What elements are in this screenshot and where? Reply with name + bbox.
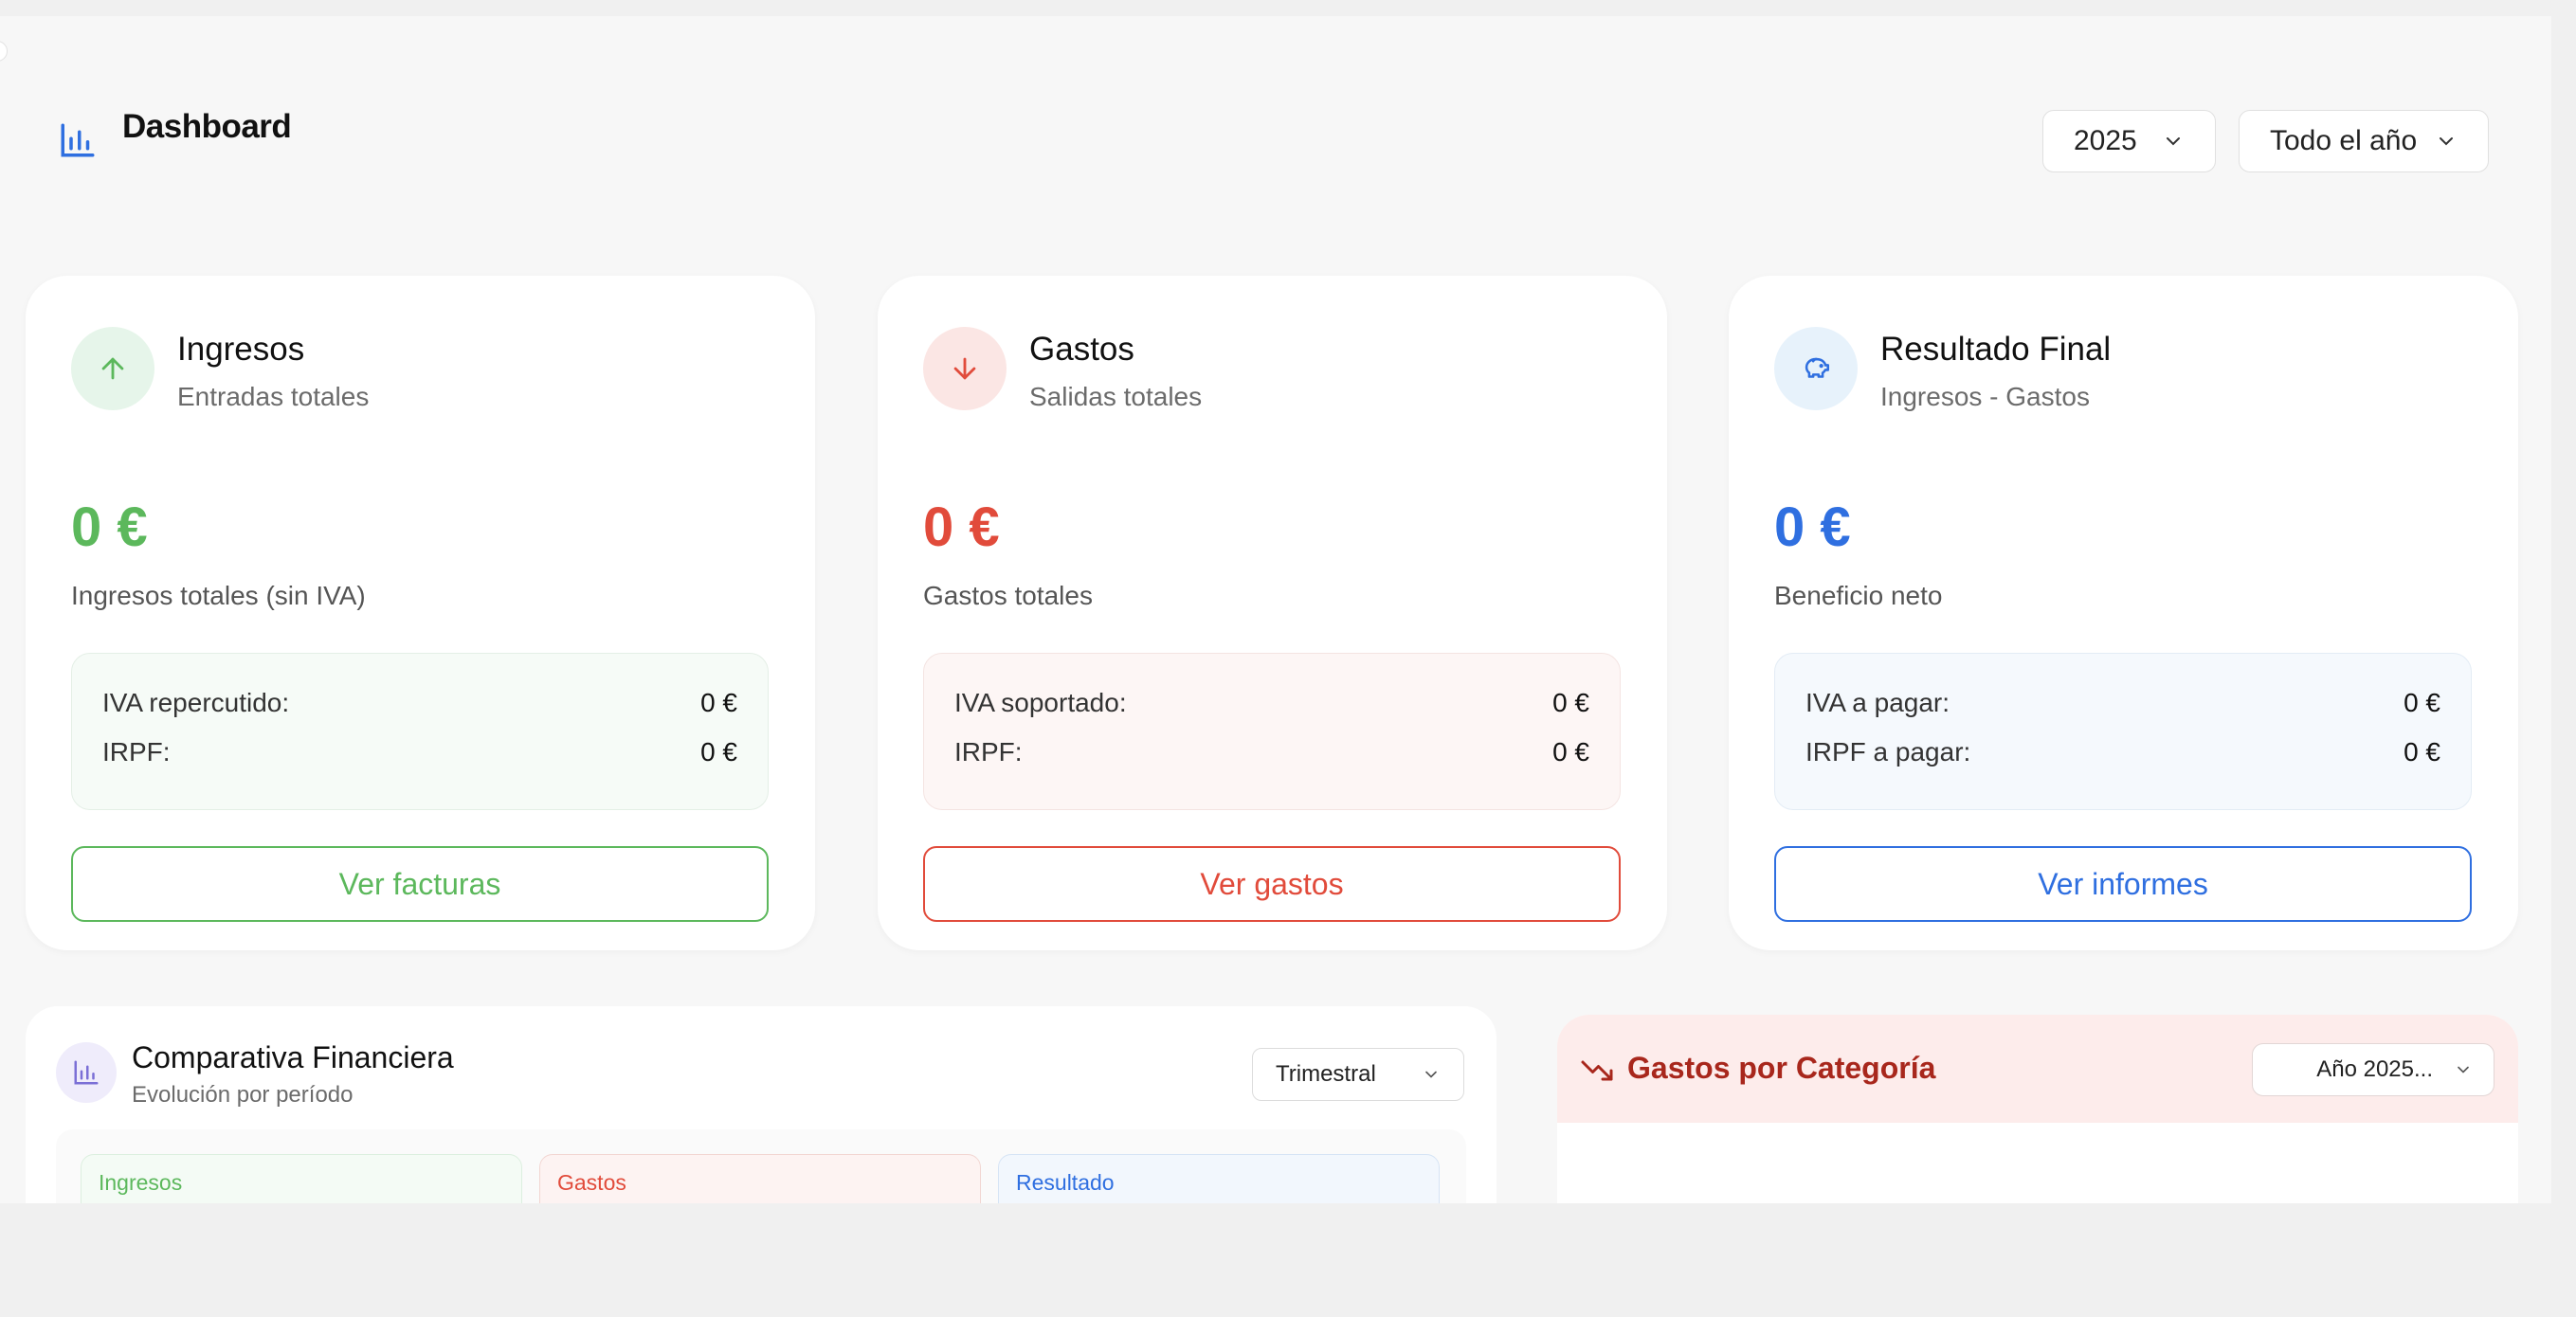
- tax-value: 0 €: [2404, 737, 2440, 767]
- expenses-icon-badge: [923, 327, 1007, 410]
- tax-label: IVA repercutido:: [102, 688, 290, 717]
- chevron-down-icon: [1425, 1071, 1437, 1078]
- tax-value: 0 €: [700, 688, 737, 717]
- dashboard-viewport: Dashboard 2025 Todo el año Ingresos Entr…: [0, 16, 2551, 1203]
- income-amount: 0 €: [71, 496, 148, 558]
- card-subtitle: Entradas totales: [177, 382, 370, 411]
- card-title: Ingresos: [177, 331, 305, 368]
- summary-result-card: Resultado: [998, 1154, 1440, 1203]
- tax-row: IVA repercutido: 0 €: [102, 688, 737, 718]
- trending-down-icon: [1581, 1060, 1613, 1081]
- income-icon-badge: [71, 327, 154, 410]
- expenses-card: Gastos Salidas totales 0 € Gastos totale…: [878, 276, 1667, 950]
- arrow-down-icon: [953, 357, 976, 380]
- category-period-select[interactable]: Año 2025...: [2252, 1043, 2494, 1096]
- tax-row: IRPF: 0 €: [954, 737, 1589, 767]
- chevron-down-icon: [2458, 1066, 2469, 1073]
- financial-comparison-panel: Comparativa Financiera Evolución por per…: [26, 1006, 1497, 1203]
- bar-chart-icon: [74, 1060, 99, 1085]
- period-select[interactable]: Todo el año: [2239, 110, 2489, 172]
- tax-value: 0 €: [2404, 688, 2440, 717]
- result-icon-badge: [1774, 327, 1858, 410]
- amount-label: Gastos totales: [923, 581, 1093, 610]
- summary-income-card: Ingresos: [81, 1154, 522, 1203]
- amount-label: Ingresos totales (sin IVA): [71, 581, 366, 610]
- card-title: Gastos: [1029, 331, 1134, 368]
- comparison-summary: Ingresos Gastos Resultado: [56, 1129, 1466, 1203]
- arrow-up-icon: [101, 357, 124, 380]
- year-select[interactable]: 2025: [2042, 110, 2216, 172]
- tax-summary: IVA soportado: 0 € IRPF: 0 €: [923, 653, 1621, 810]
- card-title: Resultado Final: [1880, 331, 2112, 368]
- card-subtitle: Salidas totales: [1029, 382, 1203, 411]
- bar-chart-icon: [61, 123, 95, 157]
- year-select-value: 2025: [2074, 125, 2137, 156]
- view-invoices-button[interactable]: Ver facturas: [71, 846, 769, 922]
- period-select-value: Todo el año: [2270, 125, 2418, 156]
- view-expenses-button[interactable]: Ver gastos: [923, 846, 1621, 922]
- tax-label: IVA soportado:: [954, 688, 1127, 717]
- granularity-select[interactable]: Trimestral: [1252, 1048, 1464, 1101]
- tax-row: IVA a pagar: 0 €: [1805, 688, 2440, 718]
- tax-row: IRPF: 0 €: [102, 737, 737, 767]
- income-card: Ingresos Entradas totales 0 € Ingresos t…: [26, 276, 815, 950]
- result-amount: 0 €: [1774, 496, 1851, 558]
- panel-header: Gastos por Categoría Año 2025...: [1557, 1015, 2518, 1123]
- tax-value: 0 €: [1552, 688, 1589, 717]
- tax-value: 0 €: [700, 737, 737, 767]
- tax-label: IRPF:: [954, 737, 1023, 767]
- page-title: Dashboard: [122, 108, 292, 145]
- expenses-amount: 0 €: [923, 496, 1000, 558]
- tax-summary: IVA a pagar: 0 € IRPF a pagar: 0 €: [1774, 653, 2472, 810]
- amount-label: Beneficio neto: [1774, 581, 1943, 610]
- view-reports-button[interactable]: Ver informes: [1774, 846, 2472, 922]
- tax-value: 0 €: [1552, 737, 1589, 767]
- category-period-value: Año 2025...: [2316, 1056, 2433, 1082]
- tax-summary: IVA repercutido: 0 € IRPF: 0 €: [71, 653, 769, 810]
- expenses-by-category-panel: Gastos por Categoría Año 2025...: [1557, 1015, 2518, 1203]
- granularity-select-value: Trimestral: [1276, 1061, 1376, 1087]
- tax-label: IVA a pagar:: [1805, 688, 1950, 717]
- panel-title: Gastos por Categoría: [1627, 1051, 1936, 1085]
- tax-label: IRPF:: [102, 737, 171, 767]
- tax-row: IVA soportado: 0 €: [954, 688, 1589, 718]
- summary-expenses-card: Gastos: [539, 1154, 981, 1203]
- chevron-down-icon: [2440, 137, 2453, 146]
- page-header: Dashboard 2025 Todo el año: [0, 16, 2551, 206]
- tax-label: IRPF a pagar:: [1805, 737, 1971, 767]
- result-card: Resultado Final Ingresos - Gastos 0 € Be…: [1729, 276, 2518, 950]
- piggy-bank-icon: [1805, 357, 1830, 378]
- panel-title: Comparativa Financiera: [132, 1040, 454, 1074]
- card-subtitle: Ingresos - Gastos: [1880, 382, 2090, 411]
- panel-subtitle: Evolución por período: [132, 1082, 354, 1108]
- comparison-icon-badge: [56, 1042, 117, 1103]
- tax-row: IRPF a pagar: 0 €: [1805, 737, 2440, 767]
- chevron-down-icon: [2167, 137, 2180, 146]
